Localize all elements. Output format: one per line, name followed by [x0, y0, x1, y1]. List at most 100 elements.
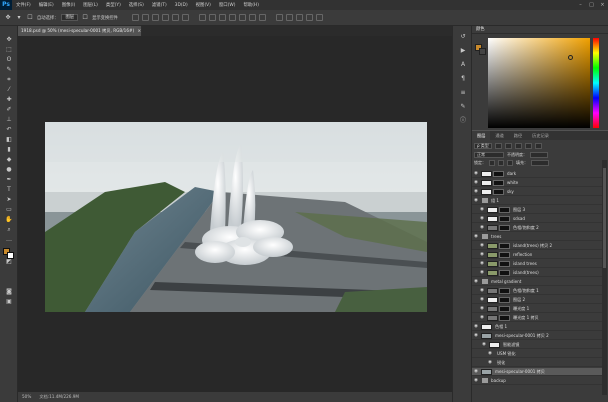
- layer-group-row[interactable]: ◉ metal gradient: [472, 278, 602, 286]
- adjustment-layer-row[interactable]: ◉ 曝光度 1: [472, 305, 602, 313]
- eye-icon[interactable]: ◉: [478, 305, 486, 313]
- layer-row[interactable]: ◉ reflection: [472, 251, 602, 259]
- lasso-tool-icon[interactable]: ʘ: [4, 56, 14, 64]
- quick-select-tool-icon[interactable]: ✎: [4, 66, 14, 74]
- distribute-left-icon[interactable]: [228, 14, 236, 21]
- document-tab[interactable]: 1918.psd @ 50% (mesi-specular-0001 拷贝, R…: [18, 26, 142, 36]
- layer-row[interactable]: ◉ sdsad: [472, 215, 602, 223]
- architecture-rendering-image[interactable]: [45, 122, 427, 312]
- blur-tool-icon[interactable]: ◆: [4, 156, 14, 164]
- align-bottom-icon[interactable]: [151, 14, 159, 21]
- shape-tool-icon[interactable]: ▭: [4, 206, 14, 214]
- smart-filter-row[interactable]: ◉ USM 锐化: [472, 350, 602, 358]
- lock-all-icon[interactable]: [507, 160, 513, 166]
- menu-type[interactable]: 类型(Y): [102, 2, 125, 8]
- tab-history[interactable]: 历史记录: [527, 131, 554, 140]
- eye-icon[interactable]: ◉: [472, 179, 480, 187]
- more-tools-icon[interactable]: …: [4, 236, 14, 244]
- 3d-slide-icon[interactable]: [305, 14, 313, 21]
- menu-window[interactable]: 窗口(W): [215, 2, 240, 8]
- panel-background-swatch[interactable]: [479, 48, 486, 55]
- eye-icon[interactable]: ◉: [478, 224, 486, 232]
- eye-icon[interactable]: ◉: [472, 323, 480, 331]
- zoom-level[interactable]: 50%: [22, 392, 31, 402]
- properties-icon[interactable]: ≡: [458, 88, 468, 97]
- type-tool-icon[interactable]: T: [4, 186, 14, 194]
- eye-icon[interactable]: ◉: [478, 215, 486, 223]
- eye-icon[interactable]: ◉: [478, 287, 486, 295]
- align-top-icon[interactable]: [131, 14, 139, 21]
- quick-mask-icon[interactable]: ◙: [4, 288, 14, 296]
- tab-channels[interactable]: 通道: [490, 131, 508, 140]
- layer-row[interactable]: ◉ white: [472, 179, 602, 187]
- menu-layer[interactable]: 图层(L): [79, 2, 102, 8]
- tab-paths[interactable]: 路径: [509, 131, 527, 140]
- minimize-icon[interactable]: –: [575, 0, 586, 10]
- smart-filter-row[interactable]: ◉ 锐化: [472, 359, 602, 367]
- layer-row[interactable]: ◉ 色相 1: [472, 323, 602, 331]
- eye-icon[interactable]: ◉: [478, 314, 486, 322]
- filter-type-icon[interactable]: [514, 143, 522, 149]
- blend-mode-dropdown[interactable]: 正常: [474, 152, 504, 158]
- eye-icon[interactable]: ◉: [472, 170, 480, 178]
- filter-pixel-icon[interactable]: [494, 143, 502, 149]
- eye-icon[interactable]: ◉: [472, 197, 480, 205]
- layer-row[interactable]: ◉ 图层 2: [472, 296, 602, 304]
- eye-icon[interactable]: ◉: [478, 251, 486, 259]
- close-icon[interactable]: ×: [137, 28, 141, 33]
- smart-filter-row[interactable]: ◉ 智能滤镜: [472, 341, 602, 349]
- eye-icon[interactable]: ◉: [478, 296, 486, 304]
- eye-icon[interactable]: ◉: [472, 233, 480, 241]
- menu-3d[interactable]: 3D(D): [171, 3, 192, 8]
- layer-group-row[interactable]: ◉ backup: [472, 377, 602, 385]
- layer-row-selected[interactable]: ◉ mesi-specular-0001 拷贝: [472, 368, 602, 376]
- opacity-field[interactable]: [530, 152, 548, 158]
- checkbox-icon[interactable]: ☐: [81, 14, 89, 22]
- checkbox-icon[interactable]: ☐: [26, 14, 34, 22]
- 3d-rotate-icon[interactable]: [275, 14, 283, 21]
- distribute-right-icon[interactable]: [248, 14, 256, 21]
- adjustment-layer-row[interactable]: ◉ 色相/饱和度 1: [472, 287, 602, 295]
- menu-filter[interactable]: 滤镜(T): [148, 2, 171, 8]
- eye-icon[interactable]: ◉: [472, 332, 480, 340]
- eraser-tool-icon[interactable]: ◧: [4, 136, 14, 144]
- layer-row[interactable]: ◉ 图层 3: [472, 206, 602, 214]
- screen-mode-icon[interactable]: ▣: [4, 298, 14, 306]
- menu-view[interactable]: 视图(V): [192, 2, 215, 8]
- saturation-brightness-field[interactable]: [488, 38, 590, 128]
- filter-shape-icon[interactable]: [524, 143, 532, 149]
- lock-pixels-icon[interactable]: [489, 160, 495, 166]
- auto-align-icon[interactable]: [258, 14, 266, 21]
- auto-select-dropdown[interactable]: 图层: [61, 14, 79, 21]
- fill-field[interactable]: [531, 160, 549, 166]
- 3d-roll-icon[interactable]: [285, 14, 293, 21]
- history-brush-icon[interactable]: ↶: [4, 126, 14, 134]
- hand-tool-icon[interactable]: ✋: [4, 216, 14, 224]
- maximize-icon[interactable]: □: [586, 0, 597, 10]
- zoom-tool-icon[interactable]: ⌕: [4, 226, 14, 234]
- crop-tool-icon[interactable]: ⌗: [4, 76, 14, 84]
- filter-smart-icon[interactable]: [534, 143, 542, 149]
- align-hcenter-icon[interactable]: [171, 14, 179, 21]
- layer-group-row[interactable]: ◉ 组 1: [472, 197, 602, 205]
- gradient-tool-icon[interactable]: ▮: [4, 146, 14, 154]
- healing-brush-icon[interactable]: ✚: [4, 96, 14, 104]
- align-vcenter-icon[interactable]: [141, 14, 149, 21]
- eye-icon[interactable]: ◉: [486, 350, 494, 358]
- tab-layers[interactable]: 图层: [472, 131, 491, 140]
- paragraph-icon[interactable]: ¶: [458, 74, 468, 83]
- transform-controls-label[interactable]: 显示变换控件: [92, 15, 118, 21]
- dodge-tool-icon[interactable]: ●: [4, 166, 14, 174]
- menu-select[interactable]: 选择(S): [125, 2, 148, 8]
- close-icon[interactable]: ×: [597, 0, 608, 10]
- layers-scrollbar-thumb[interactable]: [603, 168, 606, 268]
- default-colors-icon[interactable]: ◩: [4, 258, 14, 266]
- dropdown-icon[interactable]: ▾: [15, 14, 23, 22]
- distribute-top-icon[interactable]: [198, 14, 206, 21]
- brush-panel-icon[interactable]: ✎: [458, 102, 468, 111]
- layer-row[interactable]: ◉ mesi-specular-0001 拷贝 2: [472, 332, 602, 340]
- character-icon[interactable]: A: [458, 60, 468, 69]
- background-color-swatch[interactable]: [7, 252, 14, 259]
- eye-icon[interactable]: ◉: [472, 368, 480, 376]
- move-tool-icon[interactable]: ✥: [4, 36, 14, 44]
